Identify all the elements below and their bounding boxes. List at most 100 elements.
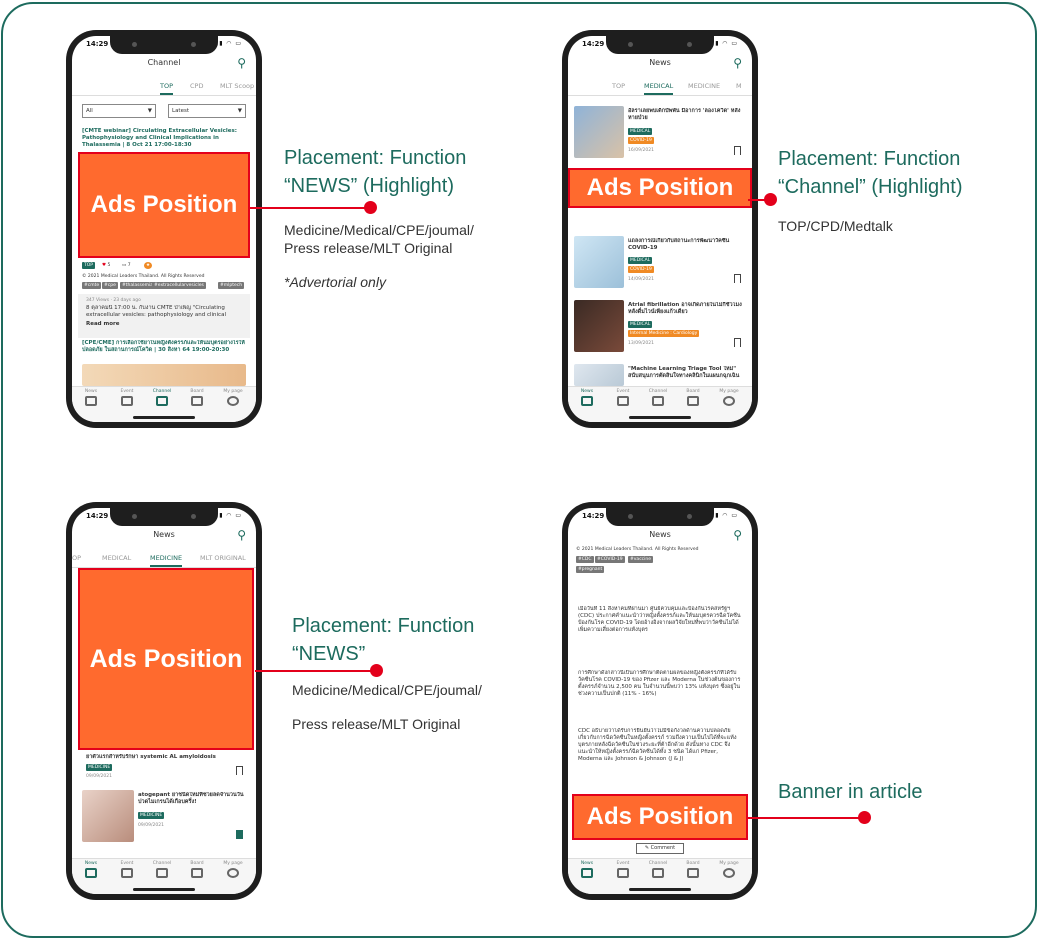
chevron-down-icon: ▼ — [237, 108, 242, 114]
news-title[interactable]: อัลราเลยพบเด็กบัพพัน มีอาการ 'ลองโควิด' … — [628, 108, 746, 123]
tab-medical[interactable]: MEDICAL — [102, 554, 131, 562]
hashtag[interactable]: #CDC — [576, 556, 594, 563]
news-title[interactable]: ยาตัวแรกสำหรับรักษา systemic AL amyloido… — [86, 754, 236, 762]
search-icon[interactable]: ⚲ — [733, 56, 742, 70]
read-more-link[interactable]: Read more — [86, 321, 119, 328]
news-thumbnail[interactable] — [574, 236, 624, 288]
nav-event[interactable]: Event — [112, 389, 142, 406]
tab-cpd[interactable]: CPD — [190, 82, 203, 90]
news-thumbnail[interactable] — [574, 106, 624, 158]
callout-title: Banner in article — [778, 781, 923, 803]
status-time: 14:29 — [582, 512, 605, 520]
hashtag[interactable]: #mlptech — [218, 282, 245, 289]
nav-news[interactable]: News — [572, 389, 602, 406]
home-indicator — [629, 888, 691, 891]
bookmark-icon[interactable] — [236, 766, 243, 775]
nav-news[interactable]: News — [76, 861, 106, 878]
phone-mockup-2: 14:29 ▮▮ ◠ ▭ News ⚲ TOP MEDICAL MEDICINE M… — [562, 30, 758, 428]
tab-bar: TOP MEDICAL MEDICINE M — [568, 80, 752, 96]
hashtag[interactable]: #vaccine — [628, 556, 654, 563]
bookmark-filled-icon[interactable] — [236, 830, 243, 839]
nav-channel[interactable]: Channel — [147, 861, 177, 878]
nav-mypage[interactable]: My page — [218, 389, 248, 406]
nav-channel[interactable]: Channel — [643, 861, 673, 878]
filter-all-select[interactable]: All ▼ — [82, 104, 156, 118]
news-title[interactable]: "Machine Learning Triage Tool ใหม่" สนับ… — [628, 366, 746, 386]
nav-board-label: Board — [190, 389, 204, 394]
news-tag: COVID-19 — [628, 266, 654, 273]
headline-link-2[interactable]: [CPE/CME] การเลือกใช้ยาในหญิงตั้งครรภ์แล… — [82, 340, 248, 361]
nav-board[interactable]: Board — [678, 861, 708, 878]
hashtag[interactable]: #pregnant — [576, 566, 605, 573]
news-tag: MEDICAL — [628, 321, 653, 328]
copyright-text: © 2021 Medical Leaders Thailand. All Rig… — [576, 547, 699, 552]
ads-position-banner[interactable]: Ads Position — [572, 794, 748, 840]
hashtag[interactable]: #extracellularvesicles — [152, 282, 206, 289]
nav-mypage[interactable]: My page — [714, 861, 744, 878]
tab-top[interactable]: TOP — [612, 82, 625, 90]
news-title[interactable]: atogepant ยาชนิดใหม่ที่ช่วยลดจำนวนวันปวด… — [138, 792, 250, 807]
comment-button[interactable]: ✎ Comment — [636, 843, 684, 854]
headline-link[interactable]: [CMTE webinar] Circulating Extracellular… — [82, 128, 248, 152]
nav-event[interactable]: Event — [608, 389, 638, 406]
hashtag[interactable]: #cpe — [102, 282, 118, 289]
tag-top: TOP — [82, 262, 96, 269]
news-title[interactable]: Atrial fibrillation อาจเกิดภายในไม่กี่ชั… — [628, 302, 746, 317]
tab-medicine[interactable]: MEDICINE — [688, 82, 720, 90]
hashtag[interactable]: #COVID-19 — [595, 556, 625, 563]
tab-medical[interactable]: MEDICAL — [644, 82, 674, 95]
tab-mlt-scoop[interactable]: MLT Scoop — [220, 82, 254, 90]
news-title[interactable]: แถลงการณ์เกี่ยวกับสถานะการพัฒนาวัคซีน CO… — [628, 238, 746, 253]
hashtag[interactable]: #cmte — [82, 282, 102, 289]
ads-position-banner[interactable]: Ads Position — [78, 152, 250, 258]
news-thumbnail[interactable] — [574, 364, 624, 386]
nav-channel[interactable]: Channel — [643, 389, 673, 406]
tab-mlt-original[interactable]: MLT ORIGINAL — [200, 554, 246, 562]
nav-news[interactable]: News — [572, 861, 602, 878]
callout-title: Placement: Function “NEWS” — [292, 612, 474, 668]
tab-bar: TOP CPD MLT Scoop — [72, 80, 256, 96]
news-thumbnail[interactable] — [574, 300, 624, 352]
nav-board[interactable]: Board — [182, 389, 212, 406]
nav-board[interactable]: Board — [182, 861, 212, 878]
post-thumbnail[interactable] — [82, 364, 246, 386]
hashtag[interactable]: #thalassemia — [120, 282, 156, 289]
ads-position-banner[interactable]: Ads Position — [568, 168, 752, 208]
tab-top[interactable]: TOP — [160, 82, 174, 95]
star-icon[interactable]: ★ — [144, 262, 153, 269]
user-icon — [723, 868, 735, 878]
search-icon[interactable]: ⚲ — [237, 528, 246, 542]
nav-mypage[interactable]: My page — [714, 389, 744, 406]
nav-board[interactable]: Board — [678, 389, 708, 406]
header-title: News — [649, 58, 671, 67]
nav-channel-label: Channel — [648, 389, 668, 394]
newspaper-icon — [85, 868, 97, 878]
tab-more[interactable]: M — [736, 82, 742, 90]
news-tag: MEDICINE — [138, 812, 165, 819]
nav-mypage-label: My page — [719, 389, 739, 394]
header-title: News — [649, 530, 671, 539]
tab-top[interactable]: TOP — [72, 554, 81, 562]
tab-medicine[interactable]: MEDICINE — [150, 554, 183, 567]
callout-sub: Press release/MLT Original — [284, 240, 453, 256]
nav-news[interactable]: News — [76, 389, 106, 406]
search-icon[interactable]: ⚲ — [733, 528, 742, 542]
bookmark-icon[interactable] — [734, 146, 741, 155]
nav-mypage[interactable]: My page — [218, 861, 248, 878]
ads-position-banner[interactable]: Ads Position — [78, 568, 254, 750]
bookmark-icon[interactable] — [734, 338, 741, 347]
news-thumbnail[interactable] — [82, 790, 134, 842]
calendar-icon — [121, 868, 133, 878]
news-tag: MEDICAL — [628, 128, 653, 135]
nav-event[interactable]: Event — [112, 861, 142, 878]
nav-channel[interactable]: Channel — [147, 389, 177, 406]
bookmark-icon[interactable] — [734, 274, 741, 283]
heart-icon: ♥ — [102, 263, 107, 268]
connector-dot — [364, 201, 377, 214]
calendar-icon — [121, 396, 133, 406]
search-icon[interactable]: ⚲ — [237, 56, 246, 70]
nav-event[interactable]: Event — [608, 861, 638, 878]
filter-latest-select[interactable]: Latest ▼ — [168, 104, 246, 118]
filter-all-label: All — [86, 108, 93, 114]
callout-title: Placement: Function “NEWS” (Highlight) — [284, 144, 466, 200]
